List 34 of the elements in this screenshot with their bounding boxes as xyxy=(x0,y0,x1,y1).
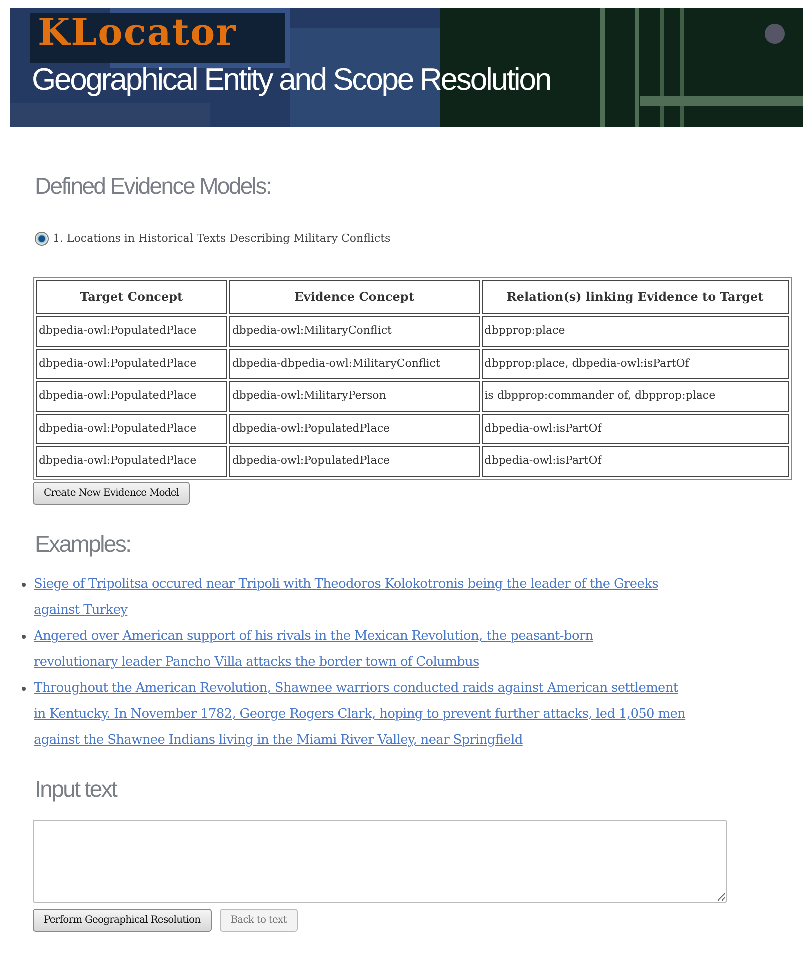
create-model-button[interactable]: Create New Evidence Model xyxy=(33,482,190,505)
radio-button[interactable] xyxy=(35,232,49,246)
column-header: Evidence Concept xyxy=(229,280,480,314)
table-cell: dbpedia-dbpedia-owl:MilitaryConflict xyxy=(229,348,480,380)
perform-button[interactable]: Perform Geographical Resolution xyxy=(33,908,212,932)
column-header: Relation(s) linking Evidence to Target xyxy=(482,280,789,314)
table-cell: dbpedia-owl:PopulatedPlace xyxy=(36,446,228,477)
table-cell: dbpedia-owl:PopulatedPlace xyxy=(229,414,480,444)
table-cell: dbpedia-owl:PopulatedPlace xyxy=(229,446,480,477)
table-cell: is dbpprop:commander of, dbpprop:place xyxy=(482,381,789,412)
table-cell: dbpedia-owl:isPartOf xyxy=(482,446,789,477)
table-cell: dbpedia-owl:PopulatedPlace xyxy=(36,414,228,444)
bullet-icon xyxy=(22,635,26,640)
section-heading: Input text xyxy=(35,776,118,804)
model-label: 1. Locations in Historical Texts Describing Military Conflicts xyxy=(53,230,391,247)
table-cell: dbpedia-owl:MilitaryConflict xyxy=(229,316,480,347)
column-header: Target Concept xyxy=(36,280,228,314)
input-textarea[interactable] xyxy=(33,820,727,903)
table-cell: dbpedia-owl:isPartOf xyxy=(482,414,789,444)
table-cell: dbpedia-owl:PopulatedPlace xyxy=(36,381,228,412)
banner-subtitle: Geographical Entity and Scope Resolution xyxy=(32,63,550,98)
table-cell: dbpedia-owl:PopulatedPlace xyxy=(36,316,228,347)
table-cell: dbpedia-owl:MilitaryPerson xyxy=(229,381,480,412)
bullet-icon xyxy=(22,687,26,692)
table-cell: dbpprop:place, dbpedia-owl:isPartOf xyxy=(482,348,789,380)
logo: KLocator xyxy=(38,14,237,51)
section-heading: Examples: xyxy=(35,530,132,558)
table-cell: dbpedia-owl:PopulatedPlace xyxy=(36,348,228,380)
bullet-icon xyxy=(22,583,26,588)
section-heading: Defined Evidence Models: xyxy=(35,173,272,201)
table-cell: dbpprop:place xyxy=(482,316,789,347)
example-link[interactable]: Throughout the American Revolution, Shawnee warriors conducted raids against American settlement in Kentucky. In November 1782, George Rogers Clark, hoping to prevent further attacks, led 1,050 men against the Shawnee Indians living in the Miami River Valley, near Springfield xyxy=(34,676,686,754)
example-link[interactable]: Siege of Tripolitsa occured near Tripoli with Theodoros Kolokotronis being the leader of the Greeks against Turkey xyxy=(34,572,658,624)
example-link[interactable]: Angered over American support of his rivals in the Mexican Revolution, the peasant-born revolutionary leader Pancho Villa attacks the border town of Columbus xyxy=(34,624,594,676)
